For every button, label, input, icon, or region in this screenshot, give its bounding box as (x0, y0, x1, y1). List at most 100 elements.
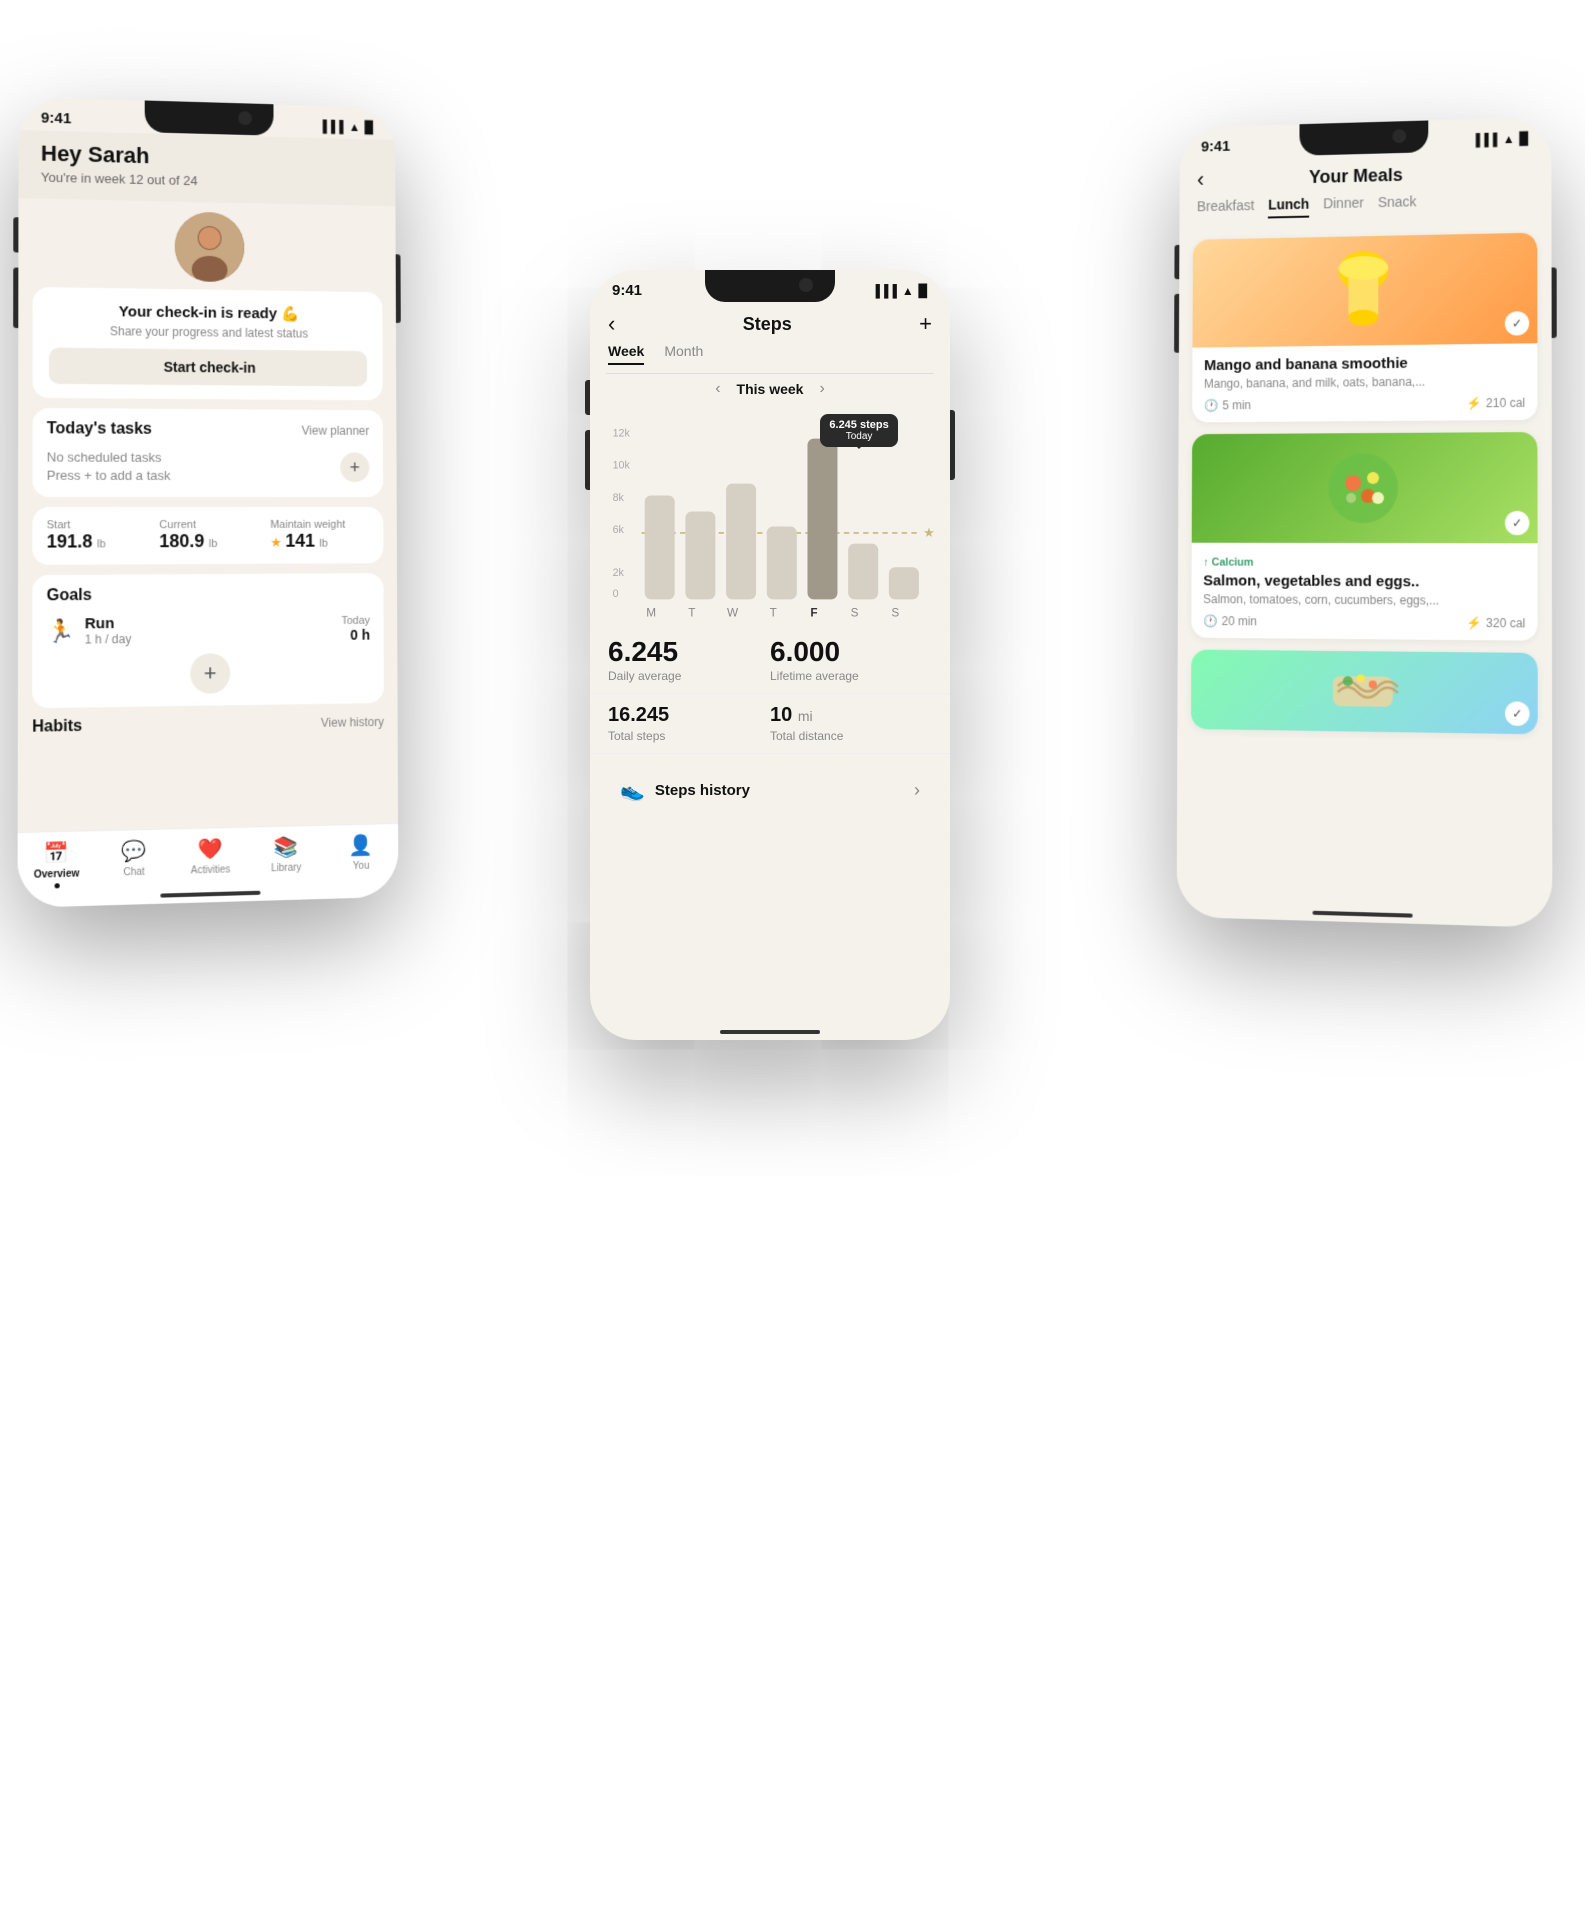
status-icons: ▐▐▐ ▲ ▉ (319, 119, 374, 134)
meal-meta-2: 🕐 20 min ⚡ 320 cal (1203, 614, 1525, 630)
stat-goal: Maintain weight ★ 141 lb (270, 519, 369, 552)
tasks-empty: No scheduled tasks Press + to add a task… (47, 448, 370, 485)
arrow-icon: › (914, 780, 920, 801)
you-icon: 👤 (349, 833, 373, 859)
view-history-link[interactable]: View history (321, 715, 384, 730)
add-button[interactable]: + (919, 311, 932, 337)
svg-text:S: S (851, 606, 859, 619)
checkin-title: Your check-in is ready 💪 (49, 301, 367, 323)
meal-card-3[interactable]: ✓ (1191, 650, 1538, 735)
total-steps: 16.245 Total steps (608, 704, 770, 743)
svg-text:F: F (810, 606, 817, 619)
avatar (175, 212, 245, 283)
overview-icon: 📅 (44, 840, 70, 866)
notch (1299, 120, 1428, 155)
steps-icon: 👟 (620, 778, 645, 803)
wifi-icon: ▲ (349, 120, 361, 134)
steps-history-row[interactable]: 👟 Steps history › (604, 764, 936, 817)
meal-list: ✓ Mango and banana smoothie Mango, banan… (1177, 222, 1552, 744)
nav-you[interactable]: 👤 You (324, 832, 399, 881)
habits-header: Habits View history (32, 713, 384, 737)
lifetime-avg-stat: 6.000 Lifetime average (770, 638, 932, 683)
notch (705, 270, 835, 302)
nav-library[interactable]: 📚 Library (248, 834, 323, 883)
prev-week-button[interactable]: ‹ (715, 380, 720, 398)
battery-icon: ▉ (365, 120, 374, 134)
meal-meta-1: 🕐 5 min ⚡ 210 cal (1204, 396, 1525, 413)
tooltip-label: Today (829, 431, 888, 442)
back-button[interactable]: ‹ (608, 311, 615, 337)
meal-card-1[interactable]: ✓ Mango and banana smoothie Mango, banan… (1192, 233, 1537, 423)
tab-breakfast[interactable]: Breakfast (1197, 197, 1255, 220)
side-button (1552, 267, 1557, 338)
cal-icon: ⚡ (1467, 616, 1482, 630)
status-icons: ▐▐▐ ▲ ▉ (871, 284, 928, 298)
tab-week[interactable]: Week (608, 343, 644, 365)
add-goal-button[interactable]: + (190, 653, 230, 694)
cal-icon: ⚡ (1467, 396, 1482, 410)
svg-text:0: 0 (613, 588, 619, 600)
goal-icon: 🏃 (47, 618, 75, 645)
meal-image-1: ✓ (1192, 233, 1537, 348)
wifi-icon: ▲ (1503, 131, 1515, 145)
history-left: 👟 Steps history (620, 778, 750, 803)
tab-month[interactable]: Month (664, 343, 703, 365)
notch (145, 100, 274, 135)
nav-overview[interactable]: 📅 Overview (18, 839, 96, 889)
check-icon-1: ✓ (1505, 311, 1529, 335)
nav-activities[interactable]: ❤️ Activities (172, 836, 248, 885)
lifetime-avg-label: Lifetime average (770, 669, 932, 683)
total-distance: 10 mi Total distance (770, 704, 932, 743)
start-checkin-button[interactable]: Start check-in (49, 348, 367, 387)
totals-grid: 16.245 Total steps 10 mi Total distance (590, 694, 950, 754)
back-button[interactable]: ‹ (1197, 167, 1204, 193)
p1-header: Hey Sarah You're in week 12 out of 24 (18, 130, 395, 206)
svg-text:6k: 6k (613, 524, 625, 536)
avatar-wrap (18, 198, 395, 292)
meal-image-2: ✓ (1192, 432, 1538, 543)
view-planner-link[interactable]: View planner (302, 424, 370, 438)
tasks-empty-text: No scheduled tasks Press + to add a task (47, 448, 171, 485)
svg-text:S: S (891, 606, 899, 619)
goals-header: Goals (47, 585, 370, 605)
tasks-title: Today's tasks (47, 420, 152, 439)
tab-dinner[interactable]: Dinner (1323, 195, 1364, 218)
goals-section: Goals 🏃 Run 1 h / day Today 0 h + (32, 574, 384, 709)
total-distance-label: Total distance (770, 729, 932, 743)
total-steps-value: 16.245 (608, 704, 770, 727)
stats-row: Start 191.8 lb Current 180.9 lb Maintain… (47, 519, 370, 553)
next-week-button[interactable]: › (819, 380, 824, 398)
check-icon-2: ✓ (1505, 511, 1529, 535)
tab-lunch[interactable]: Lunch (1268, 196, 1309, 219)
meal-time-2: 🕐 20 min (1203, 614, 1257, 628)
meal-cal-1: ⚡ 210 cal (1467, 396, 1525, 411)
history-label: Steps history (655, 782, 750, 799)
meal-card-2[interactable]: ✓ ↑ Calcium Salmon, vegetables and eggs.… (1191, 432, 1537, 641)
stats-grid: 6.245 Daily average 6.000 Lifetime avera… (590, 624, 950, 694)
meal-info-1: Mango and banana smoothie Mango, banana,… (1192, 343, 1537, 422)
svg-text:W: W (727, 606, 739, 619)
camera (238, 111, 252, 125)
nav-library-label: Library (271, 862, 301, 874)
home-indicator (1312, 911, 1412, 918)
activities-icon: ❤️ (198, 836, 223, 862)
clock-icon: 🕐 (1203, 614, 1218, 628)
svg-text:M: M (646, 606, 656, 619)
signal-icon: ▐▐▐ (319, 119, 344, 133)
phone-3: 9:41 ▐▐▐ ▲ ▉ ‹ Your Meals Breakfast Lunc… (1177, 117, 1553, 928)
week-label: This week (737, 381, 804, 397)
tasks-header: Today's tasks View planner (47, 420, 370, 440)
chart-area: 6.245 steps Today 12k 10k 8k 6k 2k 0 ★ (590, 404, 950, 624)
signal-icon: ▐▐▐ (871, 284, 897, 298)
wifi-icon: ▲ (902, 284, 914, 298)
nav-chat-label: Chat (123, 867, 144, 879)
page-title: Your Meals (1309, 164, 1403, 187)
page-title: Steps (743, 314, 792, 335)
meal-desc-2: Salmon, tomatoes, corn, cucumbers, eggs,… (1203, 592, 1525, 608)
checkin-card: Your check-in is ready 💪 Share your prog… (33, 287, 383, 400)
nav-chat[interactable]: 💬 Chat (95, 838, 172, 888)
check-icon-3: ✓ (1505, 701, 1530, 726)
add-task-button[interactable]: + (340, 453, 369, 483)
status-time: 9:41 (41, 109, 71, 127)
tab-snack[interactable]: Snack (1378, 193, 1417, 216)
